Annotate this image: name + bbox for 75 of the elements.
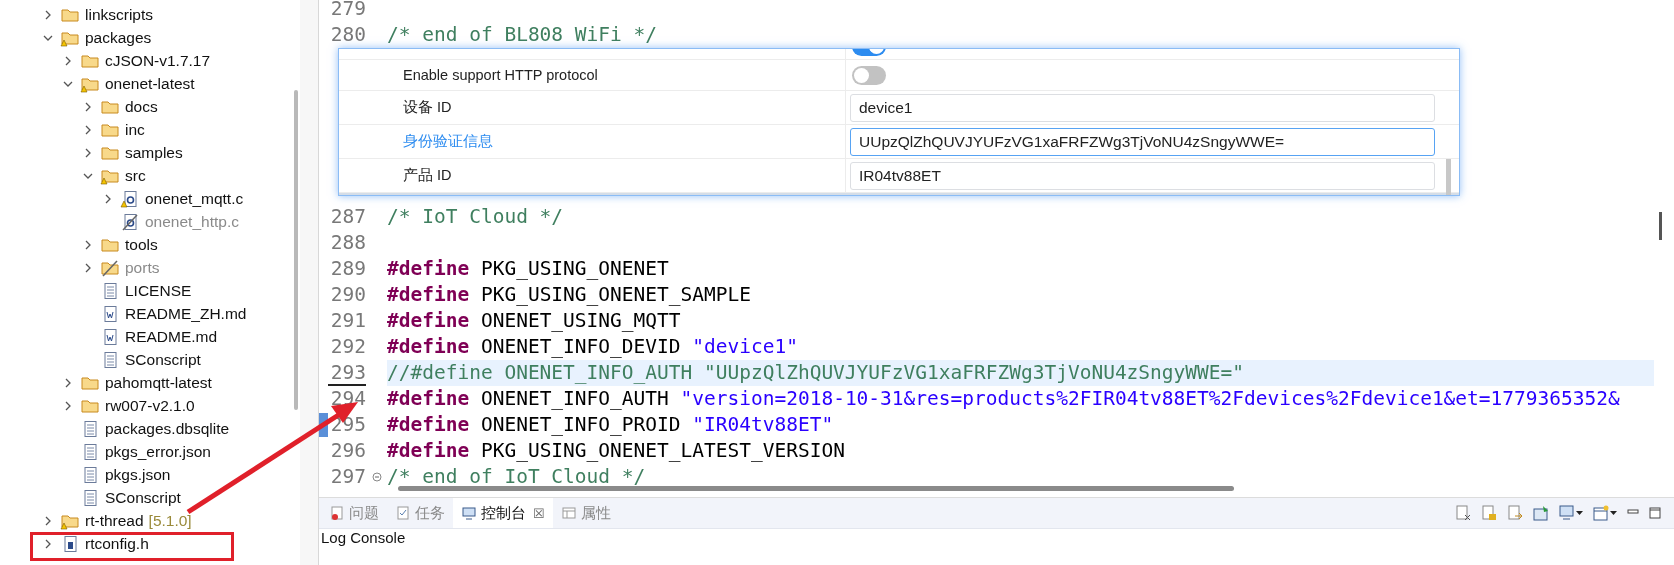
line-number: 289 (329, 256, 366, 282)
code-editor[interactable] (319, 0, 1674, 498)
tree-item[interactable]: ports (125, 258, 160, 277)
tree-item[interactable]: SConscript (125, 350, 201, 369)
line-number: 288 (329, 230, 366, 256)
error-list-icon (329, 505, 345, 521)
scrollbar-thumb[interactable] (1446, 159, 1451, 195)
line-number: 287 (329, 204, 366, 230)
table-icon (561, 505, 577, 521)
tree-item[interactable]: rt-thread (85, 511, 144, 530)
setting-label: 身份验证信息 (402, 132, 494, 151)
tree-item[interactable]: rtconfig.h (85, 534, 149, 553)
scrollbar-thumb[interactable] (398, 486, 1234, 491)
tree-item[interactable]: cJSON-v1.7.17 (105, 51, 211, 70)
code-line: #define ONENET_USING_MQTT (387, 308, 681, 334)
line-number: 297 (329, 464, 366, 490)
setting-label: 产品 ID (402, 166, 453, 185)
line-number: 296 (329, 438, 366, 464)
new-window-dropdown-icon[interactable] (1592, 504, 1618, 522)
text-field[interactable]: device1 (850, 93, 1435, 122)
toggle-switch[interactable] (852, 65, 886, 85)
scrollbar-thumb[interactable] (1659, 212, 1662, 240)
tree-item[interactable]: linkscripts (85, 5, 154, 24)
panel-tab[interactable]: 控制台 ☒ (453, 498, 553, 528)
tree-item[interactable]: samples (125, 143, 183, 162)
monitor-icon (461, 505, 477, 521)
tree-item[interactable]: onenet_http.c (145, 212, 239, 231)
task-list-icon (395, 505, 411, 521)
tree-item[interactable]: LICENSE (125, 281, 192, 300)
code-line: #define PKG_USING_ONENET_LATEST_VERSION (387, 438, 845, 464)
tree-item[interactable]: README.md (125, 327, 218, 346)
code-line: /* end of IoT Cloud */ (387, 464, 646, 490)
line-number: 291 (329, 308, 366, 334)
code-line: #define ONENET_INFO_PROID "IR04tv88ET" (387, 412, 834, 438)
monitor-dropdown-icon[interactable] (1558, 504, 1584, 522)
c-file-icon (120, 212, 140, 231)
code-line: #define PKG_USING_ONENET_SAMPLE (387, 282, 751, 308)
setting-label: Enable support HTTP protocol (402, 67, 599, 83)
version-label: [5.1.0] (148, 511, 192, 530)
close-icon[interactable]: ☒ (533, 505, 545, 521)
tree-item[interactable]: SConscript (105, 488, 181, 507)
maximize-icon[interactable] (1648, 506, 1662, 520)
tree-item[interactable]: pahomqtt-latest (105, 373, 212, 392)
text-field[interactable]: IR04tv88ET (850, 161, 1435, 190)
code-line: #define ONENET_INFO_AUTH "version=2018-10-31&res=products%2FIR04tv88ET%2Fdevices%2Fdevice1&et=1779365352& (387, 386, 1620, 412)
line-number: 290 (329, 282, 366, 308)
setting-label: 设备 ID (402, 98, 453, 117)
code-line: #define PKG_USING_ONENET (387, 256, 669, 282)
fold-icon[interactable] (371, 472, 382, 482)
tree-item[interactable]: packages.dbsqlite (105, 419, 230, 438)
tree-item[interactable]: docs (125, 97, 158, 116)
tree-item[interactable]: rw007-v2.1.0 (105, 396, 195, 415)
code-line: /* IoT Cloud */ (387, 204, 564, 230)
tree-item[interactable]: tools (125, 235, 158, 254)
tree-item[interactable]: pkgs_error.json (105, 442, 211, 461)
code-line: /* end of BL808 WiFi */ (387, 22, 658, 48)
text-field[interactable]: UUpzQlZhQUVJYUFzVG1xaFRFZWg3TjVoNU4zSngyWWE= (850, 127, 1435, 156)
scrollbar-thumb[interactable] (294, 90, 298, 410)
line-number: 294 (329, 386, 366, 412)
tree-item[interactable]: onenet_mqtt.c (145, 189, 244, 208)
line-number: 280 (329, 22, 366, 48)
code-line: #define ONENET_INFO_DEVID "device1" (387, 334, 798, 360)
folder-icon (100, 258, 120, 277)
line-number: 292 (329, 334, 366, 360)
clear-console-icon[interactable] (1454, 504, 1472, 522)
tree-item[interactable]: inc (125, 120, 145, 139)
line-number: 279 (329, 0, 366, 22)
tree-item[interactable]: onenet-latest (105, 74, 195, 93)
c-file-icon (120, 189, 140, 208)
tree-item[interactable]: packages (85, 28, 152, 47)
line-number: 293 (328, 360, 366, 386)
tree-item[interactable]: src (125, 166, 146, 185)
tree-item[interactable]: pkgs.json (105, 465, 171, 484)
console-title: Log Console (320, 528, 407, 548)
tree-item[interactable]: README_ZH.md (125, 304, 247, 323)
